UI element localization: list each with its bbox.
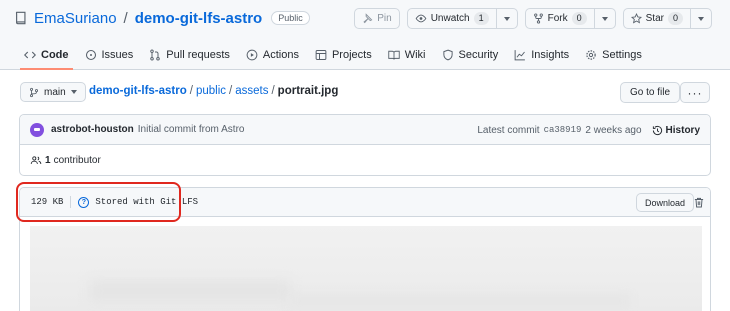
pin-icon: [363, 13, 373, 24]
breadcrumb-public-link[interactable]: public: [196, 85, 226, 97]
fork-count: 0: [571, 12, 587, 25]
tab-label: Issues: [101, 49, 134, 61]
tab-label: Security: [458, 49, 499, 61]
tab-label: Settings: [602, 49, 642, 61]
repo-owner-link[interactable]: EmaSuriano: [34, 10, 117, 27]
repo-header: EmaSuriano / demo-git-lfs-astro Public P…: [0, 0, 730, 70]
repo-nav-tabs: Code Issues Pull requests Actions Projec…: [16, 40, 650, 70]
tab-issues[interactable]: Issues: [77, 40, 142, 70]
tab-insights[interactable]: Insights: [506, 40, 577, 70]
repo-name-link[interactable]: demo-git-lfs-astro: [135, 10, 263, 27]
watch-count: 1: [473, 12, 489, 25]
latest-commit-label: Latest commit: [477, 124, 540, 136]
contributor-count: 1: [45, 155, 51, 166]
code-icon: [24, 51, 36, 59]
more-options-button[interactable]: ···: [680, 82, 710, 103]
chevron-down-icon: [503, 16, 510, 21]
book-icon: [388, 50, 400, 60]
breadcrumb-assets-link[interactable]: assets: [235, 85, 268, 97]
commit-message-link[interactable]: Initial commit from Astro: [138, 124, 245, 135]
breadcrumb-separator: /: [229, 85, 233, 97]
star-icon: [630, 13, 642, 24]
tab-settings[interactable]: Settings: [577, 40, 650, 70]
gear-icon: [586, 50, 596, 60]
file-viewer: 129 KB ? Stored with Git LFS Download: [19, 187, 711, 311]
tab-label: Pull requests: [166, 49, 230, 61]
unwatch-label: Unwatch: [430, 13, 470, 24]
contributors-row[interactable]: 1 contributor: [20, 145, 710, 176]
tab-pull-requests[interactable]: Pull requests: [141, 40, 238, 70]
watch-dropdown[interactable]: [497, 9, 517, 28]
tab-label: Insights: [531, 49, 570, 61]
breadcrumb-current-file: portrait.jpg: [277, 85, 339, 97]
tab-label: Actions: [262, 49, 299, 61]
file-size: 129 KB: [31, 197, 64, 207]
image-blur: [90, 281, 290, 301]
tab-wiki[interactable]: Wiki: [380, 40, 434, 70]
commit-author-link[interactable]: astrobot-houston: [51, 124, 134, 135]
tab-label: Wiki: [404, 49, 426, 61]
star-dropdown[interactable]: [691, 9, 711, 28]
commit-time: 2 weeks ago: [585, 124, 642, 136]
chevron-down-icon: [70, 90, 77, 94]
fork-icon: [533, 13, 543, 24]
star-count: 0: [667, 12, 683, 25]
history-link[interactable]: History: [652, 125, 700, 136]
download-button[interactable]: Download: [636, 193, 695, 212]
tab-label: Projects: [331, 49, 372, 61]
repo-title: EmaSuriano / demo-git-lfs-astro Public: [14, 8, 310, 28]
people-icon: [30, 156, 42, 164]
contributor-label: contributor: [53, 155, 101, 166]
star-label: Star: [645, 13, 664, 24]
history-icon: [652, 125, 662, 135]
breadcrumb-separator: /: [189, 85, 193, 97]
lfs-status-label: Stored with Git LFS: [95, 197, 199, 207]
issue-icon: [85, 49, 96, 61]
latest-commit-box: astrobot-houston Initial commit from Ast…: [19, 114, 711, 176]
commit-meta: Latest commit ca38919 2 weeks ago Histor…: [477, 115, 700, 145]
repo-icon: [15, 11, 26, 25]
graph-icon: [514, 50, 526, 61]
repo-separator: /: [123, 9, 128, 27]
commit-sha-link[interactable]: ca38919: [544, 125, 582, 135]
tab-projects[interactable]: Projects: [307, 40, 380, 70]
history-label: History: [665, 124, 700, 136]
shield-icon: [442, 49, 453, 61]
go-to-file-button[interactable]: Go to file: [620, 82, 681, 103]
fork-label: Fork: [547, 13, 568, 24]
chevron-down-icon: [601, 16, 608, 21]
eye-icon: [415, 14, 427, 23]
pin-label: Pin: [377, 13, 392, 24]
trash-icon[interactable]: [693, 196, 705, 209]
divider: [70, 196, 72, 208]
tab-actions[interactable]: Actions: [238, 40, 307, 70]
file-header: 129 KB ? Stored with Git LFS Download: [20, 188, 710, 217]
fork-button[interactable]: Fork 0: [524, 8, 616, 29]
repo-actions: Pin Unwatch 1 Fork 0 Star 0: [354, 8, 712, 29]
image-blur: [290, 294, 630, 308]
visibility-badge: Public: [271, 11, 310, 25]
branch-name: main: [44, 86, 66, 98]
play-icon: [246, 49, 258, 61]
image-preview: [30, 226, 702, 311]
breadcrumb-separator: /: [271, 85, 275, 97]
fork-dropdown[interactable]: [595, 9, 615, 28]
file-info: 129 KB ? Stored with Git LFS: [31, 196, 198, 208]
pin-button[interactable]: Pin: [354, 8, 400, 29]
star-button[interactable]: Star 0: [622, 8, 712, 29]
tab-label: Code: [41, 49, 69, 61]
avatar[interactable]: [30, 122, 44, 137]
table-icon: [315, 50, 327, 60]
tab-code[interactable]: Code: [16, 40, 77, 70]
unwatch-button[interactable]: Unwatch 1: [406, 8, 518, 29]
chevron-down-icon: [698, 16, 704, 21]
breadcrumb-repo-link[interactable]: demo-git-lfs-astro: [89, 85, 187, 97]
tab-security[interactable]: Security: [434, 40, 507, 70]
question-icon[interactable]: ?: [78, 196, 90, 208]
pull-request-icon: [150, 49, 161, 61]
branch-icon: [29, 87, 39, 97]
breadcrumb: demo-git-lfs-astro / public / assets / p…: [89, 85, 338, 97]
branch-selector[interactable]: main: [20, 82, 86, 102]
commit-row: astrobot-houston Initial commit from Ast…: [20, 115, 710, 145]
